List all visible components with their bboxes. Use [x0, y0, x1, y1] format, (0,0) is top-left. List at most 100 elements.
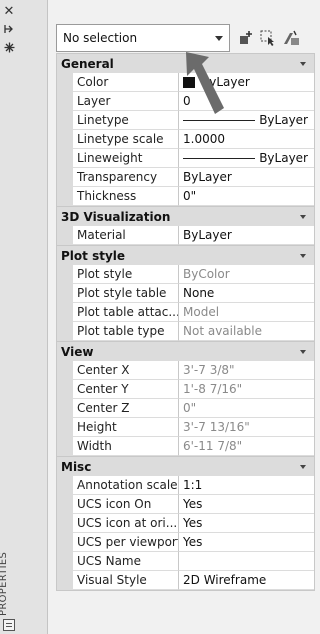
property-value[interactable]: Yes — [179, 514, 314, 533]
property-label: Center Y — [73, 380, 179, 399]
property-row[interactable]: Height 3'-7 13/16" — [57, 418, 314, 437]
property-row[interactable]: Plot style ByColor — [57, 265, 314, 284]
property-label: Transparency — [73, 168, 179, 187]
property-label: UCS icon On — [73, 495, 179, 514]
collapse-arrow-icon[interactable] — [300, 350, 306, 354]
row-gutter — [57, 380, 73, 399]
row-gutter — [57, 168, 73, 187]
property-label: Center Z — [73, 399, 179, 418]
property-row[interactable]: Plot table type Not available — [57, 322, 314, 341]
property-value-text: 3'-7 13/16" — [183, 420, 250, 434]
property-value[interactable]: ByLayer — [179, 226, 314, 245]
property-value: 0" — [179, 399, 314, 418]
property-row[interactable]: Plot table attac... Model — [57, 303, 314, 322]
toggle-pickadd-icon[interactable] — [238, 30, 254, 46]
property-row[interactable]: Center Y 1'-8 7/16" — [57, 380, 314, 399]
property-row[interactable]: Thickness 0" — [57, 187, 314, 206]
line-preview — [183, 157, 256, 159]
property-value-text: ByLayer — [201, 75, 250, 89]
property-row[interactable]: Material ByLayer — [57, 226, 314, 245]
property-label: Layer — [73, 92, 179, 111]
row-gutter — [57, 303, 73, 322]
property-label: UCS Name — [73, 552, 179, 571]
property-value-text: Yes — [183, 535, 203, 549]
autohide-icon[interactable] — [0, 21, 18, 37]
settings-icon[interactable] — [0, 39, 18, 55]
property-label: Width — [73, 437, 179, 456]
property-value: ByColor — [179, 265, 314, 284]
property-value-text: Model — [183, 305, 220, 319]
property-value[interactable]: Yes — [179, 533, 314, 552]
row-gutter — [57, 514, 73, 533]
row-gutter — [57, 533, 73, 552]
property-value[interactable]: 1.0000 — [179, 130, 314, 149]
property-value[interactable]: 2D Wireframe — [179, 571, 314, 590]
property-value[interactable]: ByLayer — [179, 149, 314, 168]
property-row[interactable]: Lineweight ByLayer — [57, 149, 314, 168]
property-label: Height — [73, 418, 179, 437]
property-row[interactable]: UCS per viewport Yes — [57, 533, 314, 552]
property-value-text: 3'-7 3/8" — [183, 363, 235, 377]
category-header[interactable]: Plot style — [57, 245, 314, 265]
category-title: General — [61, 56, 114, 71]
property-value[interactable]: Yes — [179, 495, 314, 514]
quick-select-icon[interactable] — [282, 30, 299, 46]
property-label: Center X — [73, 361, 179, 380]
selection-dropdown[interactable]: No selection — [56, 24, 230, 52]
property-value-text: Yes — [183, 516, 203, 530]
properties-menu-icon[interactable] — [3, 619, 15, 631]
property-value: Model — [179, 303, 314, 322]
row-gutter — [57, 92, 73, 111]
selection-value: No selection — [63, 31, 138, 45]
collapse-arrow-icon[interactable] — [300, 62, 306, 66]
property-value[interactable]: 0 — [179, 92, 314, 111]
property-row[interactable]: Linetype scale 1.0000 — [57, 130, 314, 149]
row-gutter — [57, 399, 73, 418]
row-gutter — [57, 361, 73, 380]
property-value-text: 1'-8 7/16" — [183, 382, 243, 396]
category-title: 3D Visualization — [61, 209, 171, 224]
property-value: Not available — [179, 322, 314, 341]
property-row[interactable]: UCS icon at ori... Yes — [57, 514, 314, 533]
category-header[interactable]: View — [57, 341, 314, 361]
properties-panel: No selection General Color ByLayer Layer 0 Li… — [48, 0, 320, 634]
collapse-arrow-icon[interactable] — [300, 215, 306, 219]
property-value-text: ByLayer — [183, 170, 232, 184]
property-value-text: ByLayer — [183, 228, 232, 242]
category-header[interactable]: Misc — [57, 456, 314, 476]
property-row[interactable]: Center Z 0" — [57, 399, 314, 418]
select-objects-icon[interactable] — [260, 30, 276, 46]
property-value[interactable]: None — [179, 284, 314, 303]
property-value[interactable] — [179, 552, 314, 571]
property-row[interactable]: Width 6'-11 7/8" — [57, 437, 314, 456]
property-label: Lineweight — [73, 149, 179, 168]
property-row[interactable]: Annotation scale 1:1 — [57, 476, 314, 495]
property-row[interactable]: UCS icon On Yes — [57, 495, 314, 514]
property-value[interactable]: 1:1 — [179, 476, 314, 495]
property-value[interactable]: ByLayer — [179, 111, 314, 130]
property-value: 3'-7 3/8" — [179, 361, 314, 380]
property-row[interactable]: Transparency ByLayer — [57, 168, 314, 187]
property-label: UCS icon at ori... — [73, 514, 179, 533]
property-value[interactable]: ByLayer — [179, 73, 314, 92]
close-icon[interactable]: ✕ — [0, 3, 18, 19]
category-header[interactable]: 3D Visualization — [57, 206, 314, 226]
property-label: Plot style table — [73, 284, 179, 303]
property-row[interactable]: Layer 0 — [57, 92, 314, 111]
property-label: Linetype scale — [73, 130, 179, 149]
property-row[interactable]: Plot style table None — [57, 284, 314, 303]
property-value[interactable]: 0" — [179, 187, 314, 206]
property-value[interactable]: ByLayer — [179, 168, 314, 187]
property-value-text: ByColor — [183, 267, 230, 281]
collapse-arrow-icon[interactable] — [300, 254, 306, 258]
property-value-text: 0" — [183, 189, 197, 203]
property-row[interactable]: Visual Style 2D Wireframe — [57, 571, 314, 590]
property-row[interactable]: UCS Name — [57, 552, 314, 571]
property-row[interactable]: Linetype ByLayer — [57, 111, 314, 130]
category-header[interactable]: General — [57, 53, 314, 73]
collapse-arrow-icon[interactable] — [300, 465, 306, 469]
property-row[interactable]: Center X 3'-7 3/8" — [57, 361, 314, 380]
property-value-text: ByLayer — [259, 113, 308, 127]
property-row[interactable]: Color ByLayer — [57, 73, 314, 92]
row-gutter — [57, 552, 73, 571]
